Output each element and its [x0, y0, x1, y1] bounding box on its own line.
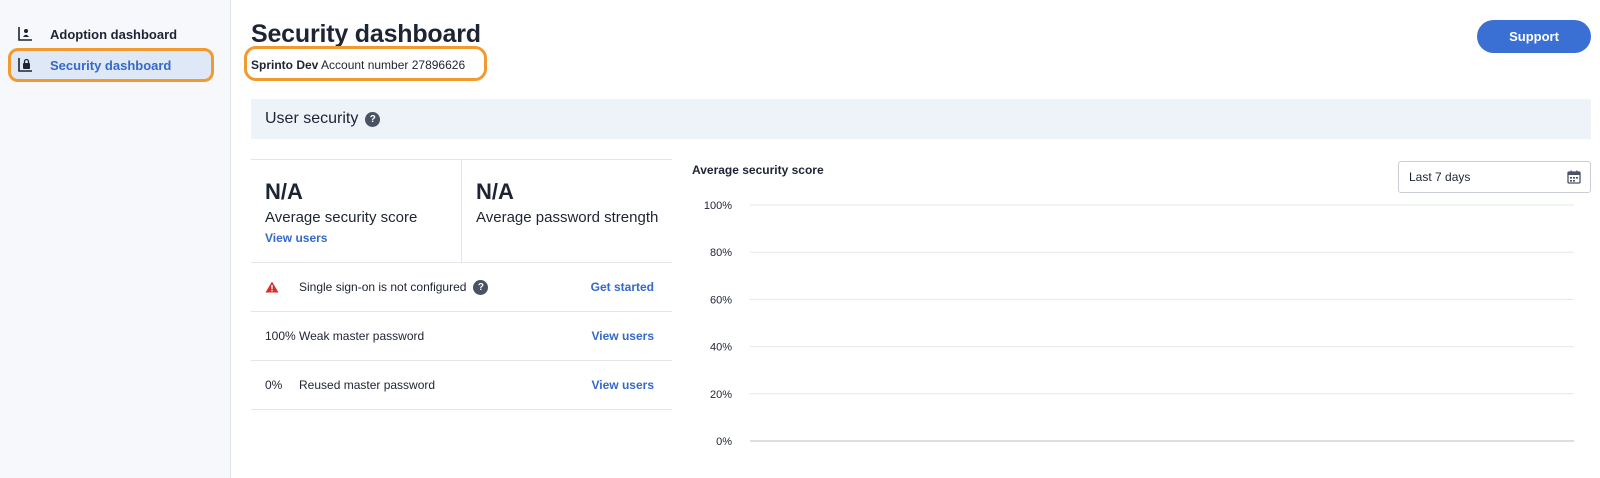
- y-tick-label: 20%: [710, 389, 732, 401]
- issue-text: Weak master password: [299, 329, 425, 343]
- chart-title: Average security score: [692, 163, 824, 177]
- lock-chart-icon: [16, 56, 34, 74]
- y-tick-label: 60%: [710, 294, 732, 306]
- issue-text: Reused master password: [299, 378, 436, 392]
- org-name: Sprinto Dev: [251, 58, 319, 72]
- date-range-select[interactable]: Last 7 days: [1398, 161, 1591, 193]
- sidebar-item-label: Security dashboard: [50, 57, 172, 73]
- view-users-link[interactable]: View users: [265, 231, 461, 245]
- stat-value: N/A: [476, 179, 514, 204]
- security-issues-list: Single sign-on is not configured ? Get s…: [251, 263, 672, 410]
- stats-panel: N/A Average security score View users N/…: [251, 159, 672, 263]
- sidebar-item-label: Adoption dashboard: [50, 26, 178, 42]
- sidebar-item-adoption-dashboard[interactable]: Adoption dashboard: [8, 19, 214, 49]
- sidebar-item-security-dashboard[interactable]: Security dashboard: [8, 50, 214, 80]
- section-title: User security: [265, 110, 359, 127]
- help-icon[interactable]: ?: [473, 279, 489, 295]
- y-tick-label: 100%: [704, 200, 732, 212]
- view-users-link[interactable]: View users: [592, 378, 654, 392]
- user-security-section-header: User security ?: [251, 99, 1591, 139]
- stat-label: Average security score: [265, 209, 418, 226]
- help-icon[interactable]: ?: [365, 111, 381, 127]
- stat-average-security-score: N/A Average security score View users: [251, 160, 461, 262]
- y-tick-label: 80%: [710, 247, 732, 259]
- calendar-icon: [1567, 170, 1581, 184]
- stat-value: N/A: [265, 179, 303, 204]
- account-number: Account number 27896626: [321, 58, 466, 72]
- issue-row-sso: Single sign-on is not configured ? Get s…: [251, 263, 672, 312]
- account-info: Sprinto Dev Account number 27896626: [251, 58, 465, 72]
- page-title: Security dashboard: [251, 20, 481, 48]
- issue-percent: 100%: [265, 329, 296, 343]
- stat-average-password-strength: N/A Average password strength: [461, 160, 672, 262]
- issue-percent: 0%: [265, 378, 283, 392]
- warning-icon: [265, 281, 279, 293]
- stat-label: Average password strength: [476, 209, 659, 226]
- date-range-value: Last 7 days: [1409, 170, 1471, 184]
- issue-row-weak-password: 100% Weak master password View users: [251, 312, 672, 361]
- issue-row-reused-password: 0% Reused master password View users: [251, 361, 672, 410]
- issue-text: Single sign-on is not configured: [299, 280, 467, 294]
- support-button[interactable]: Support: [1477, 20, 1591, 53]
- get-started-link[interactable]: Get started: [591, 280, 654, 294]
- average-security-score-chart: 100% 80% 60% 40% 20% 0%: [704, 200, 1574, 448]
- sidebar: Adoption dashboard Security dashboard: [0, 0, 231, 478]
- view-users-link[interactable]: View users: [592, 329, 654, 343]
- bar-chart-person-icon: [16, 25, 34, 43]
- y-tick-label: 0%: [716, 436, 732, 448]
- y-tick-label: 40%: [710, 342, 732, 354]
